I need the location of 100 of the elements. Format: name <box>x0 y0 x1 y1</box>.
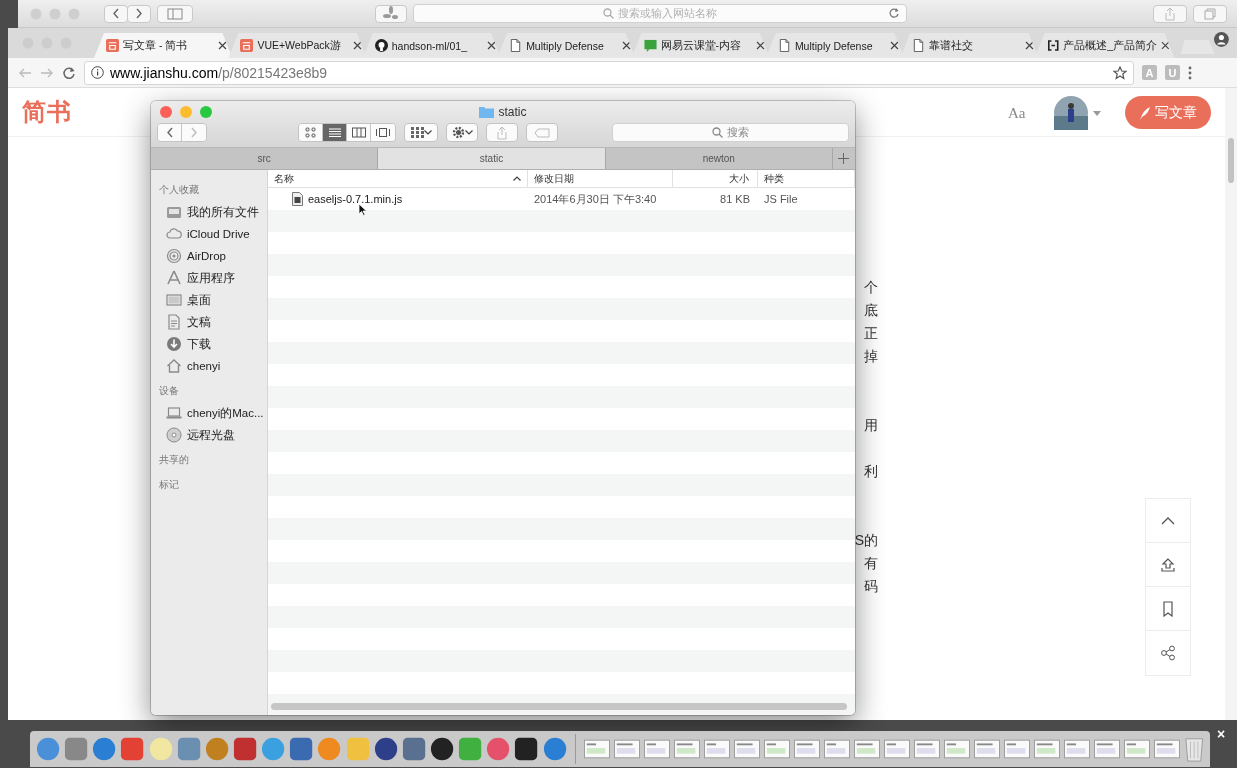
column-header[interactable]: 名称 <box>274 171 294 186</box>
window-thumbnail-icon[interactable] <box>853 737 880 761</box>
profile-icon[interactable] <box>1214 32 1229 47</box>
close-icon[interactable] <box>218 41 228 50</box>
sidebar-icon <box>167 7 183 20</box>
browser-tab[interactable]: VUE+WebPack游 <box>228 33 367 58</box>
window-thumbnail-icon[interactable] <box>1123 737 1150 761</box>
close-icon[interactable] <box>487 41 497 50</box>
sidebar-item[interactable]: 远程光盘 <box>187 427 235 443</box>
forward-button[interactable] <box>127 4 151 23</box>
icon-view-icon <box>302 125 319 140</box>
sidebar-item[interactable]: iCloud Drive <box>187 228 250 240</box>
view-mode-button[interactable] <box>347 124 371 141</box>
reload-icon[interactable] <box>888 7 900 19</box>
column-header[interactable]: 大小 <box>729 171 749 186</box>
back-button[interactable] <box>158 124 182 141</box>
window-thumbnail-icon[interactable] <box>883 737 910 761</box>
window-thumbnail-icon[interactable] <box>913 737 940 761</box>
window-control-icon[interactable] <box>160 106 172 118</box>
window-thumbnail-icon[interactable] <box>943 737 970 761</box>
window-control-icon[interactable] <box>180 106 192 118</box>
app-icon[interactable] <box>429 736 455 762</box>
share-button[interactable] <box>486 123 518 142</box>
window-thumbnail-icon[interactable] <box>1153 737 1180 761</box>
scrollbar[interactable] <box>1225 88 1237 720</box>
browser-tab[interactable]: 写文章 - 简书 <box>94 33 233 58</box>
window-thumbnail-icon[interactable] <box>613 737 640 761</box>
search-icon <box>712 127 723 138</box>
window-control-icon[interactable] <box>200 106 212 118</box>
window-thumbnail-icon[interactable] <box>823 737 850 761</box>
menu-icon[interactable] <box>1188 65 1192 80</box>
window-thumbnail-icon[interactable] <box>1093 737 1120 761</box>
close-icon[interactable] <box>352 41 362 50</box>
arrange-button[interactable] <box>404 123 438 142</box>
share-button[interactable] <box>1153 4 1187 23</box>
caret-icon[interactable] <box>1093 110 1101 116</box>
star-icon[interactable] <box>1113 65 1127 80</box>
column-header[interactable]: 修改日期 <box>534 171 574 186</box>
close-icon[interactable] <box>755 41 765 50</box>
font-button[interactable]: Aa <box>1008 105 1026 122</box>
window-thumbnail-icon[interactable] <box>643 737 670 761</box>
file-name[interactable]: easeljs-0.7.1.min.js <box>308 193 403 205</box>
drawer-icon <box>166 204 182 220</box>
app-icon[interactable] <box>514 736 539 762</box>
window-thumbnail-icon[interactable] <box>1003 737 1030 761</box>
column-header[interactable]: 种类 <box>764 171 784 186</box>
search-field[interactable]: 搜索 <box>612 123 849 142</box>
share-icon <box>496 125 508 140</box>
browser-tab[interactable]: 网易云课堂-内容 <box>631 33 770 58</box>
action-button[interactable] <box>446 123 478 142</box>
close-icon[interactable] <box>890 41 900 50</box>
address-field[interactable]: www.jianshu.com/p/80215423e8b9 <box>84 60 1134 85</box>
window-thumbnail-icon[interactable] <box>973 737 1000 761</box>
extension-button[interactable] <box>375 4 407 23</box>
window-thumbnail-icon[interactable] <box>673 737 700 761</box>
tag-button[interactable] <box>526 123 558 142</box>
sidebar-item[interactable]: AirDrop <box>187 250 226 262</box>
horizontal-scrollbar[interactable] <box>271 703 847 710</box>
article-text: 利 <box>863 462 878 481</box>
sidebar-button[interactable] <box>157 4 193 23</box>
avatar-icon[interactable] <box>1054 96 1088 130</box>
home-icon <box>166 358 182 374</box>
close-icon[interactable] <box>1024 41 1034 50</box>
sort-caret-icon[interactable] <box>513 176 521 181</box>
sidebar-item[interactable]: 下载 <box>187 336 211 352</box>
view-mode-button[interactable] <box>299 124 323 141</box>
view-mode-control[interactable] <box>298 123 396 142</box>
plus-icon[interactable] <box>838 153 850 164</box>
path-tab[interactable]: static <box>378 148 606 169</box>
browser-tab[interactable]: 产品概述_产品简介 <box>1034 33 1175 58</box>
info-icon <box>91 66 104 79</box>
sidebar-item[interactable]: 应用程序 <box>187 270 235 286</box>
table-cell-text: JS File <box>763 193 799 205</box>
window-thumbnail-icon[interactable] <box>763 737 790 761</box>
app-icon[interactable] <box>373 736 398 762</box>
window-thumbnail-icon[interactable] <box>703 737 730 761</box>
window-thumbnail-icon[interactable] <box>583 737 610 761</box>
browser-tab[interactable]: Multiply Defense <box>497 33 636 58</box>
tabs-button[interactable] <box>1193 4 1227 23</box>
sidebar-item[interactable]: 桌面 <box>187 292 211 308</box>
trash-icon[interactable] <box>1183 735 1204 763</box>
close-button[interactable]: × <box>1217 726 1226 742</box>
sidebar-item[interactable]: 文稿 <box>187 314 211 330</box>
navigation-control[interactable] <box>157 123 207 142</box>
sidebar-item[interactable]: chenyi的Mac... <box>187 405 264 421</box>
view-mode-button[interactable] <box>371 124 395 141</box>
view-mode-button[interactable] <box>323 124 347 141</box>
close-icon[interactable] <box>1160 41 1170 50</box>
window-thumbnail-icon[interactable] <box>1063 737 1090 761</box>
article-text: 用 <box>863 416 878 435</box>
window-thumbnail-icon[interactable] <box>733 737 760 761</box>
window-thumbnail-icon[interactable] <box>793 737 820 761</box>
back-button[interactable] <box>104 4 128 23</box>
reload-icon[interactable] <box>62 65 76 80</box>
sidebar-item[interactable]: chenyi <box>187 360 221 372</box>
document-icon <box>166 314 182 330</box>
window-thumbnail-icon[interactable] <box>1033 737 1060 761</box>
sidebar-item[interactable]: 我的所有文件 <box>187 204 259 220</box>
browser-tab[interactable]: 靠谱社交 <box>900 33 1039 58</box>
close-icon[interactable] <box>621 41 631 50</box>
